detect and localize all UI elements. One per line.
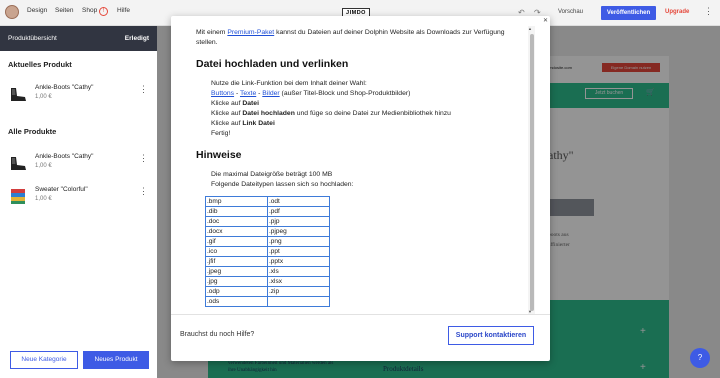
more-menu-icon[interactable]: ⋮ (704, 6, 713, 17)
file-type-cell: .ppt (267, 246, 330, 257)
product-price: 1,00 € (35, 196, 52, 202)
help-fab-button[interactable]: ? (690, 348, 710, 368)
file-type-cell: .png (267, 236, 330, 247)
step-3: Klicke auf Datei (211, 100, 259, 107)
boot-thumbnail (11, 88, 26, 101)
table-row: .bmp .odt (205, 196, 330, 207)
intro-text: Mit einem Premium-Paket kannst du Dateie… (196, 29, 505, 46)
modal-content: Mit einem Premium-Paket kannst du Dateie… (180, 16, 530, 312)
step-2: Buttons - Texte - Bilder (außer Titel-Bl… (211, 90, 411, 97)
product-menu-icon[interactable]: ⋮ (139, 84, 148, 95)
table-row: .docx .pjpeg (205, 226, 330, 237)
preview-button[interactable]: Vorschau (558, 9, 583, 15)
scroll-up-icon[interactable]: ▲ (528, 26, 532, 31)
all-products-heading: Alle Produkte (8, 127, 57, 136)
product-price: 1,00 € (35, 94, 52, 100)
table-row: .gif .png (205, 236, 330, 247)
file-type-cell (267, 296, 330, 307)
file-type-cell: .doc (205, 216, 268, 227)
file-type-cell: .jpeg (205, 266, 268, 277)
help-modal: ✕ Mit einem Premium-Paket kannst du Date… (171, 16, 550, 361)
file-type-cell: .dib (205, 206, 268, 217)
table-row: .ico .ppt (205, 246, 330, 257)
file-type-cell: .jfif (205, 256, 268, 267)
shop-alert-badge: ! (99, 7, 108, 16)
file-type-cell: .xls (267, 266, 330, 277)
file-type-cell: .pdf (267, 206, 330, 217)
file-type-cell: .ico (205, 246, 268, 257)
product-item[interactable]: Sweater "Colorful" 1,00 € ⋮ (8, 184, 148, 212)
note-max-size: Die maximal Dateigröße beträgt 100 MB (211, 171, 333, 178)
file-type-cell: .odt (267, 196, 330, 207)
divider (171, 314, 550, 315)
product-name: Sweater "Colorful" (35, 186, 88, 193)
sweater-thumbnail (11, 189, 25, 204)
premium-link[interactable]: Premium-Paket (227, 29, 274, 36)
product-price: 1,00 € (35, 163, 52, 169)
new-product-button[interactable]: Neues Produkt (83, 351, 149, 369)
step-1: Nutze die Link-Funktion bei dem Inhalt d… (211, 80, 367, 87)
sidebar-header: Produktübersicht Erledigt (0, 26, 157, 51)
close-icon[interactable]: ✕ (543, 17, 548, 24)
file-type-cell: .jpg (205, 276, 268, 287)
images-link[interactable]: Bilder (262, 90, 279, 97)
file-type-cell: .ods (205, 296, 268, 307)
product-menu-icon[interactable]: ⋮ (139, 186, 148, 197)
table-row: .doc .pjp (205, 216, 330, 227)
modal-scrollbar[interactable]: ▲ ▼ (528, 26, 535, 315)
step-5: Klicke auf Link Datei (211, 120, 275, 127)
file-types-table: .bmp .odt .dib .pdf .doc .pjp .docx .pjpeg .gif.… (205, 196, 330, 307)
table-row: .jfif .pptx (205, 256, 330, 267)
table-row: .odp .zip (205, 286, 330, 297)
product-menu-icon[interactable]: ⋮ (139, 153, 148, 164)
buttons-link[interactable]: Buttons (211, 90, 234, 97)
nav-pages[interactable]: Seiten (55, 7, 73, 14)
notes-heading: Hinweise (196, 149, 242, 161)
step-6: Fertig! (211, 130, 231, 137)
file-type-cell: .bmp (205, 196, 268, 207)
nav-design[interactable]: Design (27, 7, 47, 14)
upload-heading: Datei hochladen und verlinken (196, 58, 349, 70)
nav-shop[interactable]: Shop (82, 7, 97, 14)
table-row: .jpeg .xls (205, 266, 330, 277)
file-type-cell: .pptx (267, 256, 330, 267)
product-sidebar: Produktübersicht Erledigt Aktuelles Prod… (0, 26, 157, 378)
contact-support-button[interactable]: Support kontaktieren (448, 326, 534, 345)
file-type-cell: .pjp (267, 216, 330, 227)
publish-button[interactable]: Veröffentlichen (601, 6, 656, 20)
step-4: Klicke auf Datei hochladen und füge so d… (211, 110, 451, 117)
file-type-cell: .xlsx (267, 276, 330, 287)
sidebar-title: Produktübersicht (8, 35, 57, 42)
note-file-types: Folgende Dateitypen lassen sich so hochl… (211, 181, 354, 188)
product-name: Ankle-Boots "Cathy" (35, 84, 94, 91)
avatar[interactable] (5, 5, 19, 19)
product-item[interactable]: Ankle-Boots "Cathy" 1,00 € ⋮ (8, 151, 148, 179)
boot-thumbnail (11, 157, 26, 170)
texts-link[interactable]: Texte (240, 90, 256, 97)
help-question: Brauchst du noch Hilfe? (180, 331, 255, 338)
file-type-cell: .docx (205, 226, 268, 237)
upgrade-button[interactable]: Upgrade (665, 9, 689, 15)
file-type-cell: .zip (267, 286, 330, 297)
current-product-heading: Aktuelles Produkt (8, 60, 72, 69)
table-row: .jpg .xlsx (205, 276, 330, 287)
new-category-button[interactable]: Neue Kategorie (10, 351, 78, 369)
product-name: Ankle-Boots "Cathy" (35, 153, 94, 160)
table-row: .ods (205, 296, 330, 307)
file-type-cell: .gif (205, 236, 268, 247)
nav-help[interactable]: Hilfe (117, 7, 130, 14)
file-type-cell: .pjpeg (267, 226, 330, 237)
file-type-cell: .odp (205, 286, 268, 297)
table-row: .dib .pdf (205, 206, 330, 217)
done-button[interactable]: Erledigt (125, 35, 149, 42)
scroll-thumb[interactable] (530, 34, 534, 311)
current-product-item[interactable]: Ankle-Boots "Cathy" 1,00 € ⋮ (8, 82, 148, 110)
